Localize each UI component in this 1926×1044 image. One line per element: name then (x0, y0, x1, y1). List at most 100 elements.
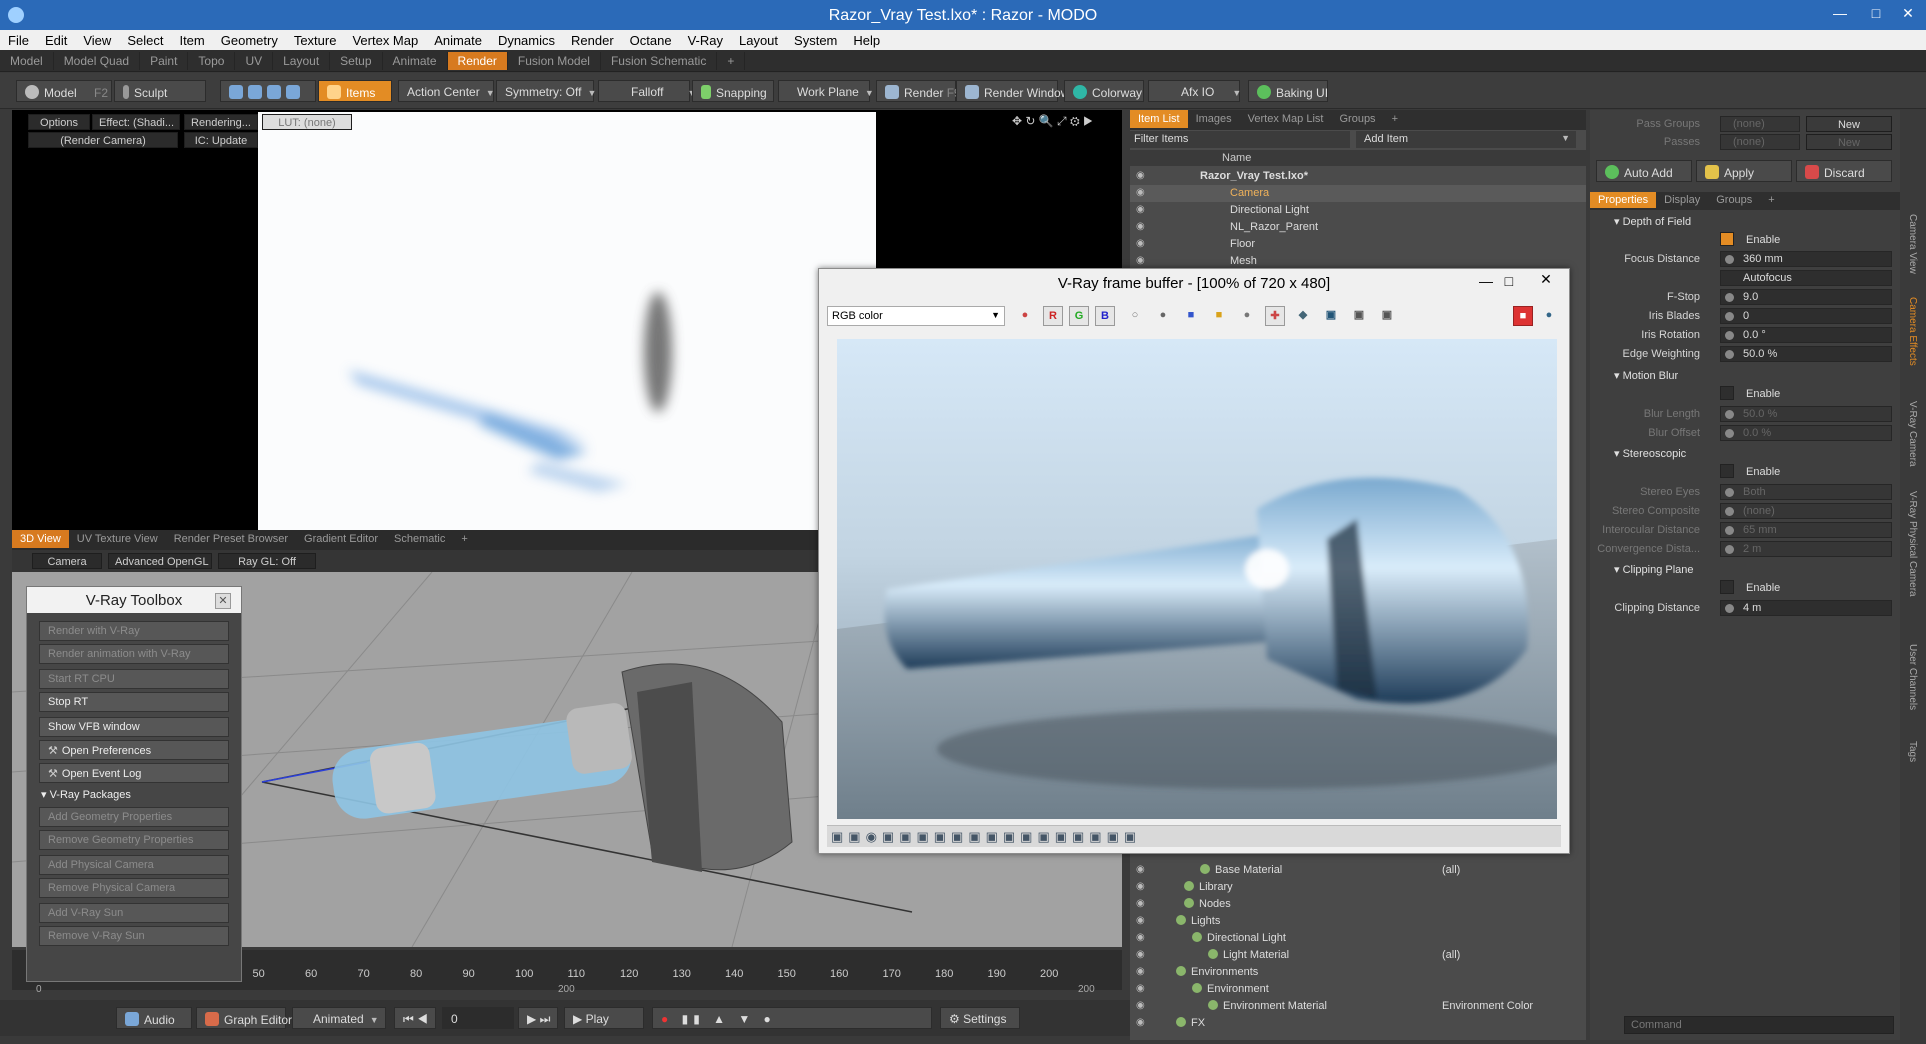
falloff-dropdown[interactable]: Falloff▼ (598, 80, 696, 102)
view-tab-add[interactable]: + (453, 530, 475, 548)
depth-of-field-section[interactable]: ▾ Depth of Field (1598, 212, 1894, 230)
toolbox-show-vfb-window-button[interactable]: Show VFB window (39, 717, 229, 737)
fstop-field[interactable]: 9.0 (1720, 289, 1892, 305)
vray-packages-section[interactable]: ▾ V-Ray Packages (41, 788, 131, 801)
side-tab-user-channels[interactable]: User Channels (1904, 644, 1918, 735)
toolbox-remove-geometry-properties-button[interactable]: Remove Geometry Properties (39, 830, 229, 850)
discard-button[interactable]: Discard (1796, 160, 1892, 182)
toolbox-add-v-ray-sun-button[interactable]: Add V-Ray Sun (39, 903, 229, 923)
visibility-eye-icon[interactable]: ◉ (1136, 238, 1145, 249)
layout-tab-model-quad[interactable]: Model Quad (54, 52, 141, 70)
stop-render-icon[interactable]: ■ (1513, 306, 1533, 326)
stereo-eyes-dropdown[interactable]: Both (1720, 484, 1892, 500)
side-tab-camera-effects[interactable]: Camera Effects (1904, 297, 1918, 395)
layout-tab-layout[interactable]: Layout (273, 52, 331, 70)
item-list-tab-item-list[interactable]: Item List (1130, 110, 1188, 128)
compare-icon[interactable]: ▣ (1349, 306, 1369, 326)
symmetry-dropdown[interactable]: Symmetry: Off ▼ (496, 80, 596, 102)
key-controls[interactable]: ● ▮▮ ▲ ▼ ● (652, 1007, 932, 1029)
folder-icon[interactable]: ■ (1209, 306, 1229, 326)
clipping-plane-section[interactable]: ▾ Clipping Plane (1598, 560, 1894, 578)
view-tab-uv-texture-view[interactable]: UV Texture View (69, 530, 166, 548)
layout-tab-topo[interactable]: Topo (188, 52, 236, 70)
shader-tree-row[interactable]: ◉ Directional Light (1130, 930, 1586, 947)
vray-toolbox-window[interactable]: V-Ray Toolbox ✕ Render with V-Ray Render … (26, 586, 242, 982)
save-icon[interactable]: ■ (1181, 306, 1201, 326)
toolbox-render-with-v-ray-button[interactable]: Render with V-Ray (39, 621, 229, 641)
grey-ball-icon[interactable]: ● (1153, 306, 1173, 326)
visibility-eye-icon[interactable]: ◉ (1136, 1017, 1145, 1028)
menu-octane[interactable]: Octane (622, 30, 680, 48)
properties-tab-groups[interactable]: Groups (1708, 192, 1760, 208)
menu-view[interactable]: View (75, 30, 119, 48)
vfb-bottom-icons[interactable]: ▣▣◉▣▣▣▣▣▣▣▣▣▣▣▣▣▣▣ (831, 829, 1141, 845)
vfb-close-button[interactable]: ✕ (1529, 271, 1563, 293)
visibility-eye-icon[interactable]: ◉ (1136, 864, 1145, 875)
toolbox-add-physical-camera-button[interactable]: Add Physical Camera (39, 855, 229, 875)
blue-channel-button[interactable]: B (1095, 306, 1115, 326)
visibility-eye-icon[interactable]: ◉ (1136, 915, 1145, 926)
animated-dropdown[interactable]: Animated ▼ (292, 1007, 386, 1029)
visibility-eye-icon[interactable]: ◉ (1136, 983, 1145, 994)
visibility-eye-icon[interactable]: ◉ (1136, 1000, 1145, 1011)
new-pass-group-button[interactable]: New (1806, 116, 1892, 132)
maximize-button[interactable]: □ (1858, 2, 1894, 26)
graph-editor-button[interactable]: Graph Editor (196, 1007, 292, 1029)
side-tab-tags[interactable]: Tags (1904, 741, 1918, 801)
menu-v-ray[interactable]: V-Ray (680, 30, 731, 48)
edge-weighting-field[interactable]: 50.0 % (1720, 346, 1892, 362)
toolbox-remove-physical-camera-button[interactable]: Remove Physical Camera (39, 878, 229, 898)
side-tab-v-ray-camera[interactable]: V-Ray Camera (1904, 401, 1918, 485)
shader-tree-row[interactable]: ◉ Library (1130, 879, 1586, 896)
clipping-enable-checkbox[interactable] (1720, 580, 1734, 594)
layout-tab-setup[interactable]: Setup (330, 52, 383, 70)
shader-tree-row[interactable]: ◉ FX (1130, 1015, 1586, 1032)
layout-tab-fusion-schematic[interactable]: Fusion Schematic (601, 52, 718, 70)
ic-update-button[interactable]: IC: Update (184, 132, 258, 148)
visibility-eye-icon[interactable]: ◉ (1136, 898, 1145, 909)
render-options-button[interactable]: Options (28, 114, 90, 130)
render-camera-dropdown[interactable]: (Render Camera) (28, 132, 178, 148)
menu-layout[interactable]: Layout (731, 30, 786, 48)
shader-tree-row[interactable]: ◉ Environment (1130, 981, 1586, 998)
menu-geometry[interactable]: Geometry (213, 30, 286, 48)
camera-view-dropdown[interactable]: Camera (32, 553, 102, 569)
passes-dropdown[interactable]: (none) (1720, 134, 1800, 150)
shader-tree-row[interactable]: ◉ Lights (1130, 913, 1586, 930)
autofocus-button[interactable]: Autofocus (1720, 270, 1892, 286)
vray-frame-buffer-window[interactable]: V-Ray frame buffer - [100% of 720 x 480]… (818, 268, 1570, 854)
effect-dropdown[interactable]: Effect: (Shadi... (92, 114, 180, 130)
iris-blades-field[interactable]: 0 (1720, 308, 1892, 324)
stereo-composite-dropdown[interactable]: (none) (1720, 503, 1892, 519)
shader-tree-row[interactable]: ◉ Light Material (all) (1130, 947, 1586, 964)
audio-button[interactable]: Audio (116, 1007, 192, 1029)
visibility-eye-icon[interactable]: ◉ (1136, 881, 1145, 892)
red-channel-button[interactable]: R (1043, 306, 1063, 326)
visibility-eye-icon[interactable]: ◉ (1136, 170, 1145, 181)
properties-tab-add[interactable]: + (1760, 192, 1782, 208)
iris-rotation-field[interactable]: 0.0 ° (1720, 327, 1892, 343)
teapot-render-icon[interactable]: ● (1539, 306, 1559, 326)
side-tab-v-ray-physical-camera[interactable]: V-Ray Physical Camera (1904, 491, 1918, 638)
dof-enable-checkbox[interactable] (1720, 232, 1734, 246)
toolbox-open-preferences-button[interactable]: ⚒ Open Preferences (39, 740, 229, 760)
visibility-eye-icon[interactable]: ◉ (1136, 204, 1145, 215)
work-plane-dropdown[interactable]: Work Plane ▼ (778, 80, 874, 102)
add-item-dropdown[interactable]: Add Item ▼ (1356, 131, 1576, 148)
visibility-eye-icon[interactable]: ◉ (1136, 949, 1145, 960)
blur-length-field[interactable]: 50.0 % (1720, 406, 1892, 422)
menu-render[interactable]: Render (563, 30, 622, 48)
view-tab-gradient-editor[interactable]: Gradient Editor (296, 530, 386, 548)
region-render-icon[interactable]: ◆ (1293, 306, 1313, 326)
properties-tab-properties[interactable]: Properties (1590, 192, 1657, 208)
vfb-bottom-toolbar[interactable]: ▣▣◉▣▣▣▣▣▣▣▣▣▣▣▣▣▣▣ (827, 825, 1561, 847)
layout-tab-paint[interactable]: Paint (140, 52, 189, 70)
new-pass-button[interactable]: New (1806, 134, 1892, 150)
interocular-field[interactable]: 65 mm (1720, 522, 1892, 538)
apply-button[interactable]: Apply (1696, 160, 1792, 182)
green-channel-button[interactable]: G (1069, 306, 1089, 326)
shader-tree-row[interactable]: ◉ Environments (1130, 964, 1586, 981)
selection-mode-group[interactable] (220, 80, 316, 102)
view-tab-3d-view[interactable]: 3D View (12, 530, 69, 548)
play-button[interactable]: ▶ Play (564, 1007, 644, 1029)
